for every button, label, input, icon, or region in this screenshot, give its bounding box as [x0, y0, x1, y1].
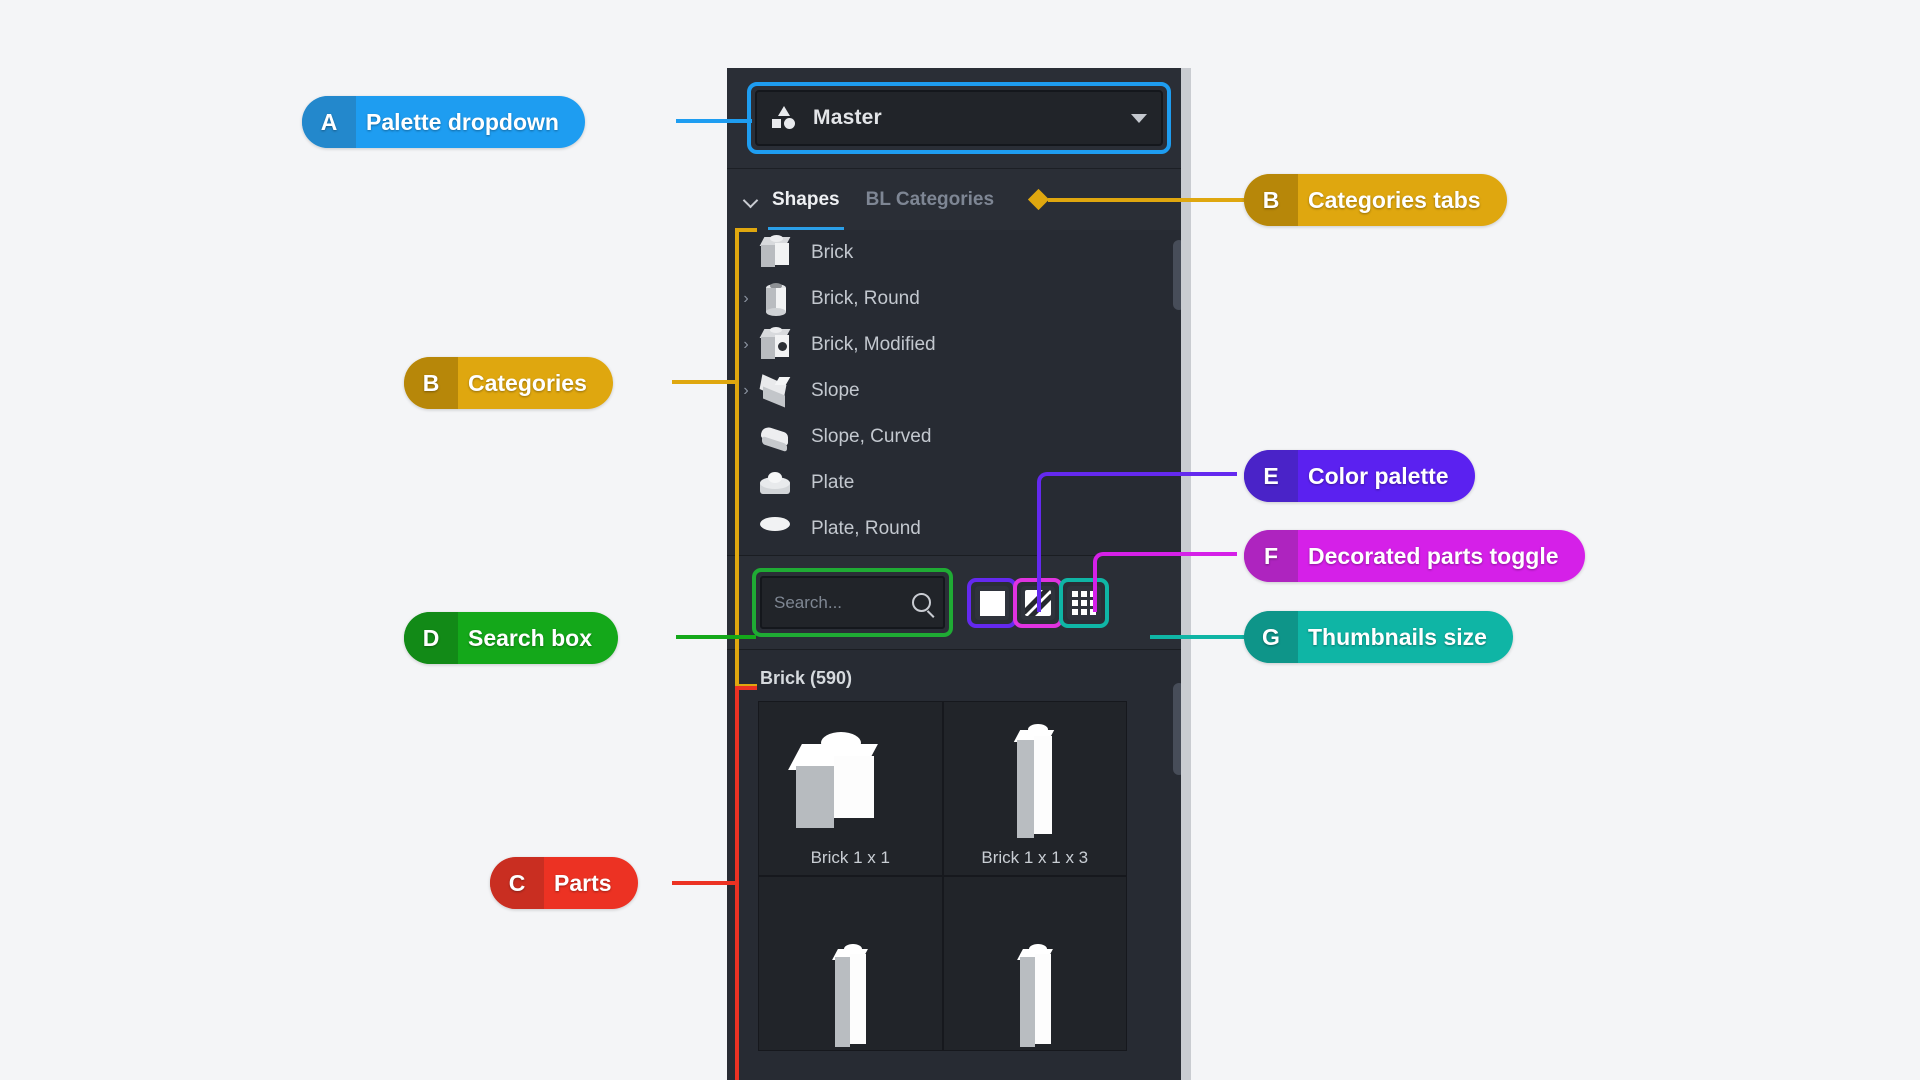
category-label: Brick, Modified: [811, 334, 936, 355]
annotation-bracket-categories: [735, 228, 757, 688]
callout-g-letter: G: [1244, 611, 1298, 663]
color-swatch-icon: [979, 590, 1005, 616]
part-cell[interactable]: Brick 1 x 1: [758, 701, 943, 876]
callout-c-label: Parts: [554, 869, 612, 896]
brick-tall-thumb: [759, 885, 942, 1047]
palette-dropdown-row: Master: [727, 68, 1191, 168]
callout-f-label: Decorated parts toggle: [1308, 542, 1559, 569]
callout-e: E Color palette: [1244, 450, 1475, 502]
category-label: Plate, Round: [811, 518, 921, 539]
category-label: Brick: [811, 242, 854, 263]
brick-tall-thumb: [944, 885, 1127, 1047]
slope-curved-icon: [757, 417, 797, 457]
callout-c: C Parts: [490, 857, 638, 909]
brick-1x1x3-thumb: [944, 710, 1127, 841]
leader-line-g: [1150, 635, 1250, 639]
leader-line-b-tabs: [1048, 198, 1248, 202]
magnifier-icon[interactable]: [912, 593, 931, 612]
category-label: Plate: [811, 472, 855, 493]
part-name: Brick 1 x 1: [810, 848, 890, 867]
color-palette-button[interactable]: [975, 586, 1009, 620]
search-input[interactable]: Search...: [760, 576, 945, 629]
category-item-brick-round[interactable]: › Brick, Round: [727, 276, 1191, 322]
parts-section-header: Brick (590): [760, 668, 853, 688]
callout-e-letter: E: [1244, 450, 1298, 502]
category-item-slope[interactable]: › Slope: [727, 368, 1191, 414]
category-item-brick[interactable]: Brick: [727, 230, 1191, 276]
screenshot-root: Master Shapes BL Categories Brick › Bric…: [0, 0, 1920, 1080]
callout-c-letter: C: [490, 857, 544, 909]
callout-b-tabs-letter: B: [1244, 174, 1298, 226]
callout-a: A Palette dropdown: [302, 96, 585, 148]
palette-dropdown[interactable]: Master: [755, 90, 1163, 146]
callout-b-tabs: B Categories tabs: [1244, 174, 1507, 226]
annotation-bracket-parts: [735, 686, 757, 1080]
brick-1x1-thumb: [759, 710, 942, 841]
callout-b-tabs-label: Categories tabs: [1308, 186, 1481, 213]
category-label: Brick, Round: [811, 288, 920, 309]
brick-modified-icon: [757, 325, 797, 365]
slope-icon: [757, 371, 797, 411]
parts-panel: Brick (590) Brick 1 x 1 Brick 1 x 1 x 3: [727, 649, 1191, 1080]
part-cell[interactable]: [758, 876, 943, 1051]
callout-d-label: Search box: [468, 624, 592, 651]
tab-shapes[interactable]: Shapes: [768, 169, 844, 231]
part-name: Brick 1 x 1 x 3: [981, 848, 1089, 867]
brick-round-icon: [757, 279, 797, 319]
chevron-down-icon[interactable]: [1131, 113, 1147, 123]
callout-f: F Decorated parts toggle: [1244, 530, 1585, 582]
category-item-brick-modified[interactable]: › Brick, Modified: [727, 322, 1191, 368]
part-cell[interactable]: [942, 876, 1127, 1051]
leader-line-c: [672, 881, 738, 885]
tab-bl-categories[interactable]: BL Categories: [862, 169, 998, 231]
leader-elbow-f: [1093, 552, 1237, 612]
brick-icon: [757, 233, 797, 273]
callout-d: D Search box: [404, 612, 618, 664]
search-placeholder: Search...: [774, 592, 843, 612]
parts-grid[interactable]: Brick 1 x 1 Brick 1 x 1 x 3: [758, 701, 1127, 1051]
callout-f-letter: F: [1244, 530, 1298, 582]
category-item-slope-curved[interactable]: Slope, Curved: [727, 414, 1191, 460]
callout-a-label: Palette dropdown: [366, 108, 559, 135]
shapes-icon: [771, 105, 797, 131]
callout-b-categories-letter: B: [404, 357, 458, 409]
callout-b-categories-label: Categories: [468, 369, 587, 396]
leader-line-a: [676, 119, 752, 123]
category-label: Slope, Curved: [811, 426, 932, 447]
category-label: Slope: [811, 380, 860, 401]
callout-g-label: Thumbnails size: [1308, 623, 1487, 650]
callout-b-categories: B Categories: [404, 357, 613, 409]
plate-icon: [757, 463, 797, 503]
leader-line-d: [676, 635, 756, 639]
callout-d-letter: D: [404, 612, 458, 664]
callout-g: G Thumbnails size: [1244, 611, 1513, 663]
tab-shapes-label: Shapes: [772, 188, 840, 210]
leader-line-b-categories: [672, 380, 738, 384]
plate-round-icon: [757, 509, 797, 549]
part-cell[interactable]: Brick 1 x 1 x 3: [942, 701, 1127, 876]
tab-bl-categories-label: BL Categories: [865, 188, 995, 210]
callout-a-letter: A: [302, 96, 356, 148]
callout-e-label: Color palette: [1308, 462, 1449, 489]
chevron-down-icon[interactable]: [744, 193, 758, 207]
palette-dropdown-label: Master: [813, 106, 882, 129]
